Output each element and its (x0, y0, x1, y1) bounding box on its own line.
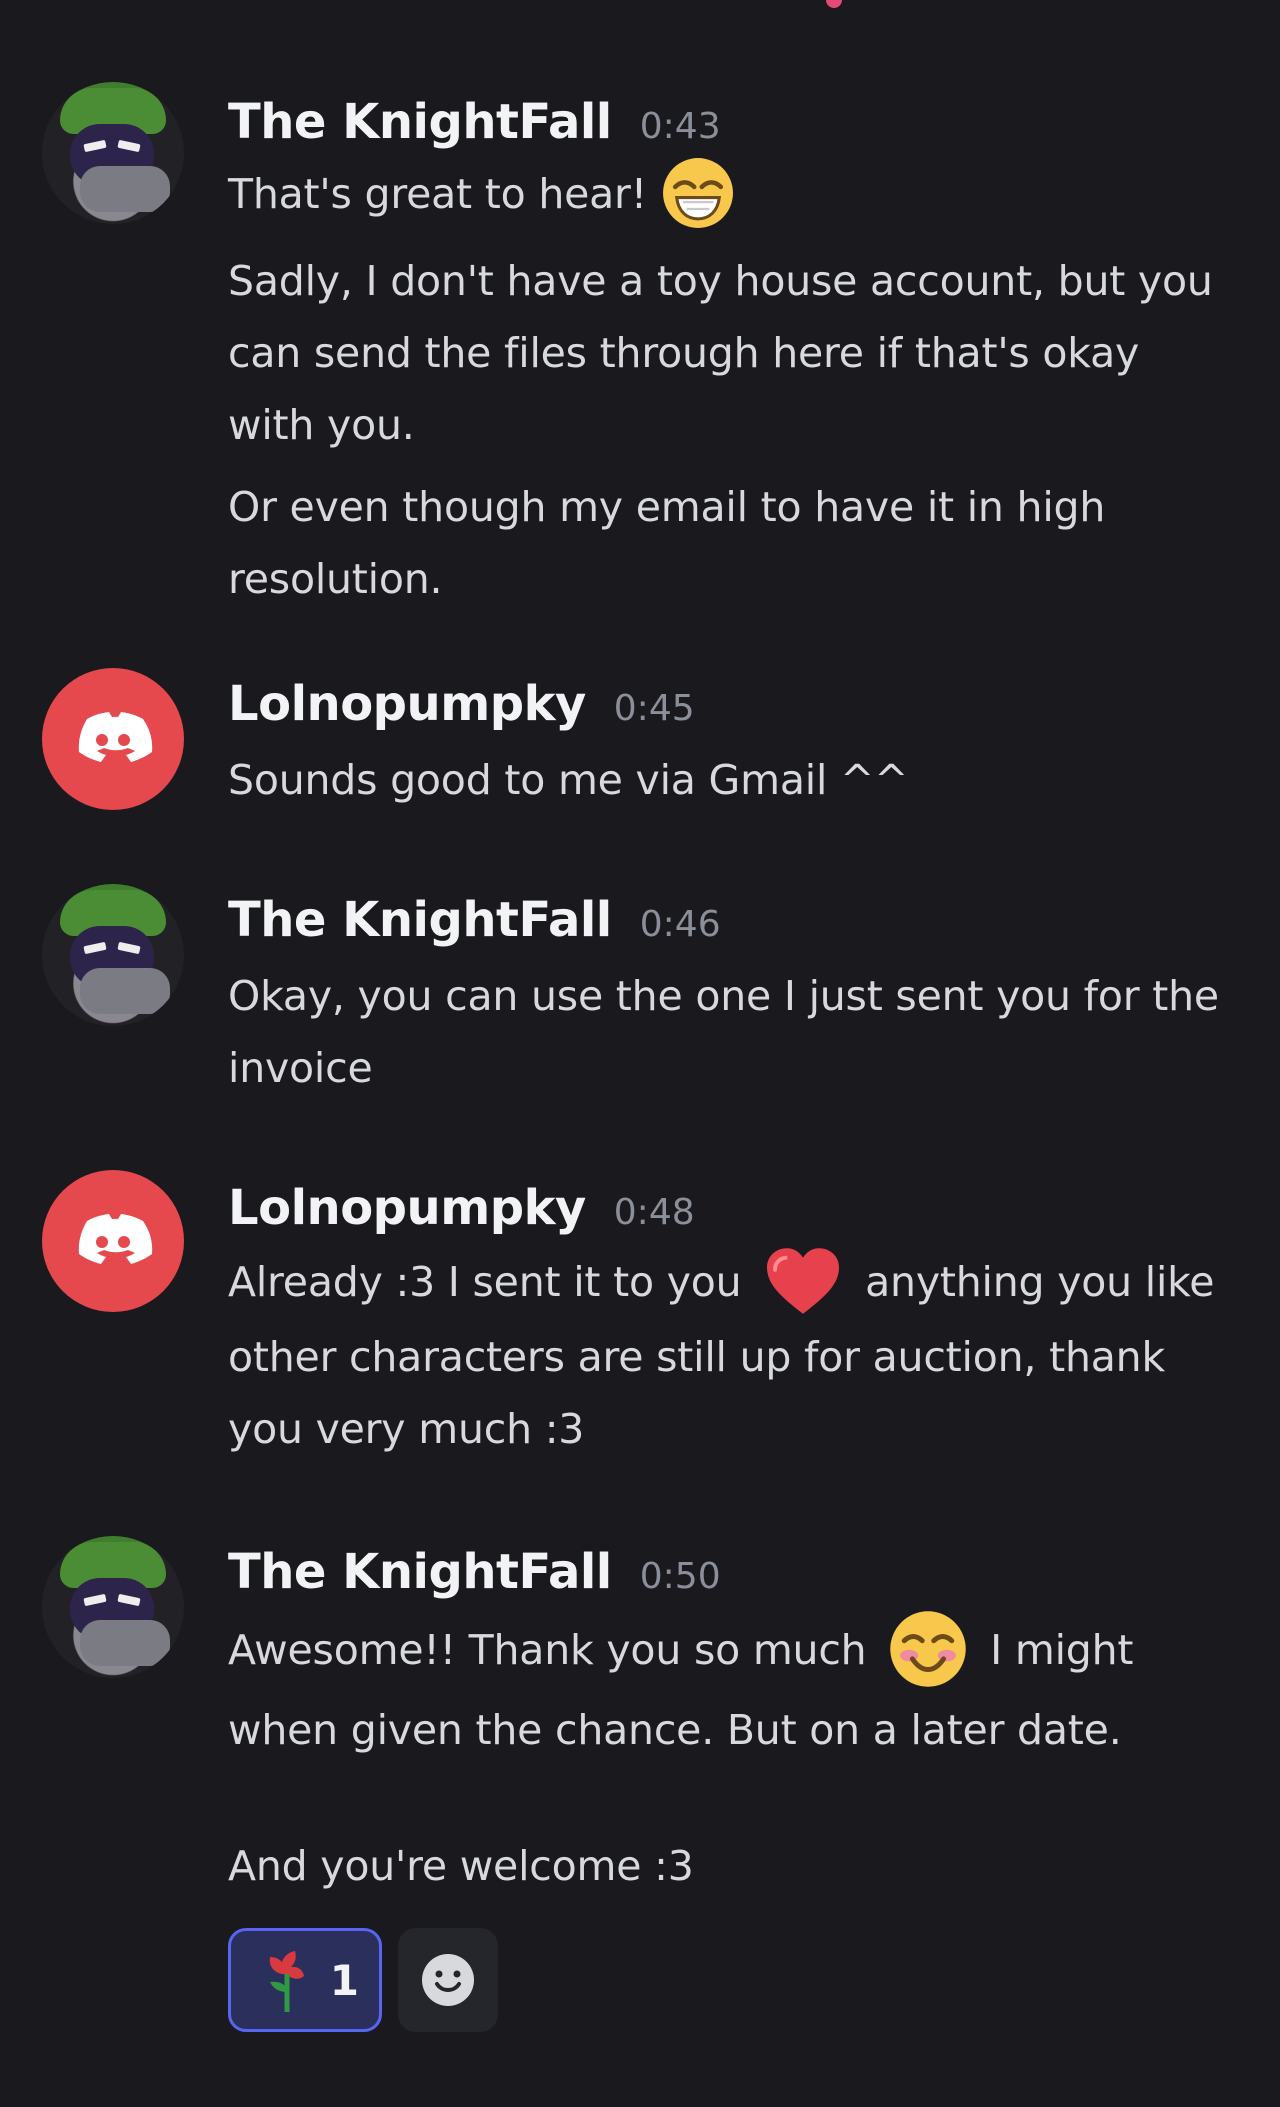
avatar[interactable] (42, 668, 184, 810)
message-meta: The KnightFall 0:43 (228, 98, 721, 146)
add-reaction-button[interactable] (398, 1928, 498, 2032)
message-meta: The KnightFall 0:46 (228, 896, 721, 944)
message-paragraph: That's great to hear! (228, 158, 1238, 235)
timestamp[interactable]: 0:50 (640, 1559, 721, 1595)
avatar-scarf (80, 166, 170, 212)
timestamp[interactable]: 0:45 (614, 691, 695, 727)
username[interactable]: The KnightFall (228, 1548, 612, 1596)
smiling-face-emoji (890, 1611, 967, 1687)
message-content: That's great to hear! Sadly, I don't hav… (228, 158, 1238, 615)
message-paragraph: Sadly, I don't have a toy house account,… (228, 257, 1213, 449)
timestamp[interactable]: 0:48 (614, 1195, 695, 1231)
avatar[interactable] (42, 1536, 184, 1678)
timestamp[interactable]: 0:43 (640, 109, 721, 145)
avatar[interactable] (42, 884, 184, 1026)
timestamp[interactable]: 0:46 (640, 907, 721, 943)
add-reaction-icon (422, 1954, 474, 2006)
discord-icon (78, 712, 153, 762)
reaction-count: 1 (329, 1955, 359, 2005)
message-content: Sounds good to me via Gmail ^^ (228, 744, 1238, 816)
message-paragraph: Awesome!! Thank you so much I might when… (228, 1611, 1238, 1766)
red-heart-emoji (767, 1248, 840, 1314)
message-content: Already :3 I sent it to you anything you… (228, 1246, 1238, 1465)
message-text: Awesome!! Thank you so much (228, 1626, 867, 1674)
message-content: Awesome!! Thank you so much I might when… (228, 1611, 1238, 1902)
message-paragraph: Okay, you can use the one I just sent yo… (228, 972, 1219, 1092)
message-meta: The KnightFall 0:50 (228, 1548, 721, 1596)
rose-emoji-icon (269, 1951, 304, 2012)
avatar-scarf (80, 1620, 170, 1666)
avatar[interactable] (42, 1170, 184, 1312)
username[interactable]: The KnightFall (228, 896, 612, 944)
avatar[interactable] (42, 82, 184, 224)
username[interactable]: Lolnopumpky (228, 680, 586, 728)
discord-icon (78, 1214, 153, 1264)
message-paragraph: Sounds good to me via Gmail ^^ (228, 756, 909, 804)
username[interactable]: Lolnopumpky (228, 1184, 586, 1232)
message-text: That's great to hear! (228, 170, 647, 218)
message-text: Already :3 I sent it to you (228, 1258, 742, 1306)
username[interactable]: The KnightFall (228, 98, 612, 146)
message-content: Okay, you can use the one I just sent yo… (228, 960, 1238, 1104)
message-paragraph: And you're welcome :3 (228, 1842, 694, 1890)
rose-reaction-button[interactable]: 1 (228, 1928, 382, 2032)
grinning-face-emoji (662, 158, 733, 228)
message-paragraph: Already :3 I sent it to you anything you… (228, 1246, 1238, 1465)
message-meta: Lolnopumpky 0:48 (228, 1184, 695, 1232)
reaction-row: 1 (228, 1928, 498, 2032)
avatar-scarf (80, 968, 170, 1014)
message-meta: Lolnopumpky 0:45 (228, 680, 695, 728)
new-message-indicator (826, 0, 842, 8)
message-paragraph: Or even though my email to have it in hi… (228, 483, 1106, 603)
